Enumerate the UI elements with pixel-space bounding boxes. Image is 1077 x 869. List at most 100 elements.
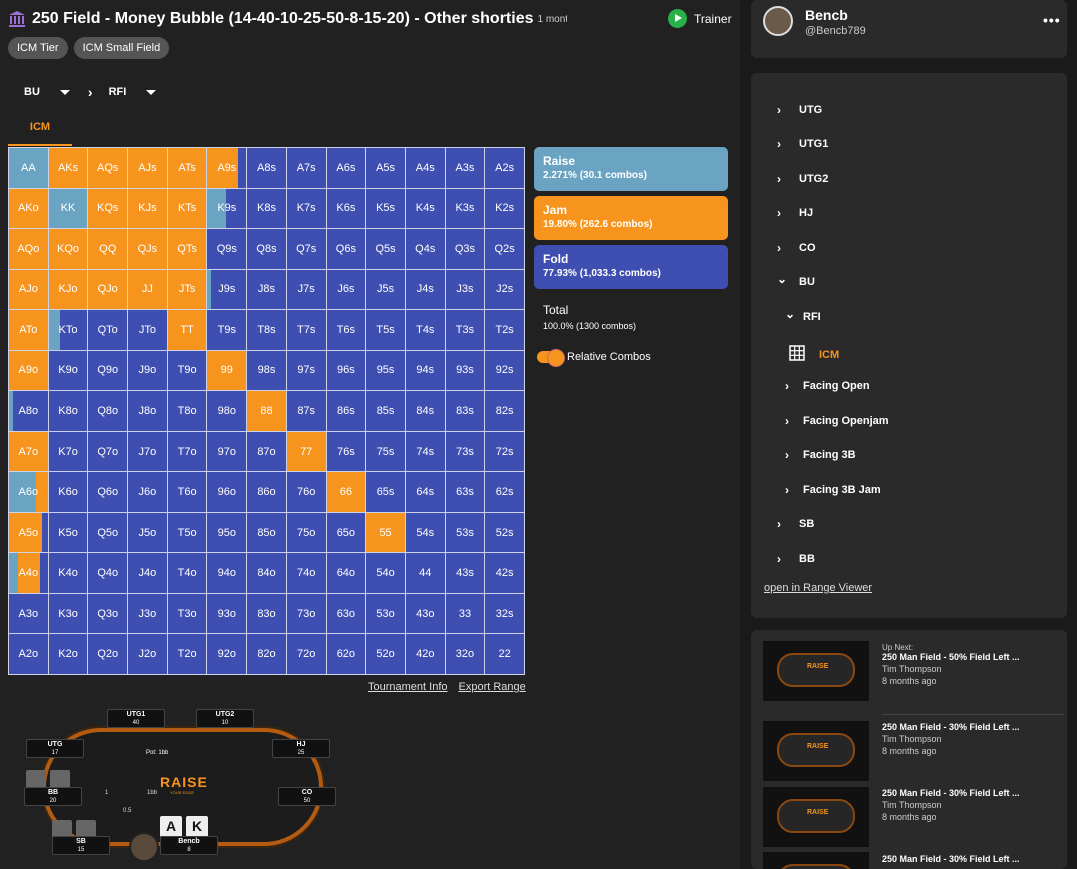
hand-cell[interactable]: 96s	[326, 350, 366, 391]
hand-cell[interactable]: 77	[286, 431, 326, 472]
hand-cell[interactable]: AQs	[88, 148, 128, 188]
hand-cell[interactable]: T4s	[405, 310, 445, 350]
hand-cell[interactable]: 92s	[485, 350, 524, 391]
hand-cell[interactable]: 86o	[247, 472, 286, 512]
legend-raise[interactable]: Raise 2.271% (30.1 combos)	[534, 147, 728, 191]
hand-cell[interactable]: A9s	[207, 148, 247, 188]
hand-cell[interactable]: Q7o	[88, 431, 128, 472]
hand-cell[interactable]: KJs	[128, 188, 167, 229]
hand-cell[interactable]: 55	[366, 512, 405, 553]
hand-cell[interactable]: A9o	[9, 350, 48, 391]
hand-cell[interactable]: A6s	[326, 148, 366, 188]
avatar[interactable]	[763, 6, 793, 36]
hand-cell[interactable]: K7s	[286, 188, 326, 229]
hand-cell[interactable]: T8o	[167, 391, 207, 431]
tournament-info-link[interactable]: Tournament Info	[368, 681, 448, 693]
hand-cell[interactable]: 95s	[366, 350, 405, 391]
hand-cell[interactable]: A2s	[485, 148, 524, 188]
hand-cell[interactable]: 88	[247, 391, 286, 431]
nav-item-sb[interactable]: › SB	[777, 517, 814, 531]
hand-cell[interactable]: 53o	[366, 593, 405, 634]
hand-cell[interactable]: KTs	[167, 188, 207, 229]
hand-cell[interactable]: 93s	[445, 350, 485, 391]
hand-cell[interactable]: K9o	[48, 350, 88, 391]
hand-cell[interactable]: 93o	[207, 593, 247, 634]
hand-cell[interactable]: KQs	[88, 188, 128, 229]
hand-cell[interactable]: K6s	[326, 188, 366, 229]
hand-cell[interactable]: Q2o	[88, 634, 128, 674]
hand-cell[interactable]: T5s	[366, 310, 405, 350]
hand-cell[interactable]: 33	[445, 593, 485, 634]
hand-cell[interactable]: J4s	[405, 269, 445, 310]
hand-cell[interactable]: 54o	[366, 553, 405, 593]
hand-cell[interactable]: 44	[405, 553, 445, 593]
hand-cell[interactable]: T7o	[167, 431, 207, 472]
hand-cell[interactable]: 42o	[405, 634, 445, 674]
hand-cell[interactable]: Q3s	[445, 229, 485, 269]
hand-cell[interactable]: 92o	[207, 634, 247, 674]
hand-cell[interactable]: 87o	[247, 431, 286, 472]
nav-item-facing-openjam[interactable]: › Facing Openjam	[785, 414, 889, 428]
hand-cell[interactable]: Q6o	[88, 472, 128, 512]
hand-cell[interactable]: T6s	[326, 310, 366, 350]
hand-cell[interactable]: 32o	[445, 634, 485, 674]
hand-cell[interactable]: QTo	[88, 310, 128, 350]
hand-cell[interactable]: J9o	[128, 350, 167, 391]
hand-cell[interactable]: A4o	[9, 553, 48, 593]
nav-item-facing-open[interactable]: › Facing Open	[785, 379, 870, 393]
hand-cell[interactable]: 66	[326, 472, 366, 512]
nav-item-rfi[interactable]: ⌄ RFI	[785, 307, 821, 324]
hand-cell[interactable]: T2s	[485, 310, 524, 350]
video-thumbnail[interactable]: RAISE	[763, 721, 869, 781]
hand-cell[interactable]: ATo	[9, 310, 48, 350]
hand-cell[interactable]: AKs	[48, 148, 88, 188]
hand-cell[interactable]: Q4o	[88, 553, 128, 593]
nav-item-facing-3b-jam[interactable]: › Facing 3B Jam	[785, 483, 881, 497]
hand-cell[interactable]: Q5o	[88, 512, 128, 553]
hand-cell[interactable]: J8o	[128, 391, 167, 431]
hand-cell[interactable]: 86s	[326, 391, 366, 431]
hand-cell[interactable]: A3s	[445, 148, 485, 188]
hand-cell[interactable]: T6o	[167, 472, 207, 512]
hand-cell[interactable]: KJo	[48, 269, 88, 310]
hand-cell[interactable]: A8s	[247, 148, 286, 188]
hand-cell[interactable]: Q9s	[207, 229, 247, 269]
video-title[interactable]: 250 Man Field - 30% Field Left ...	[882, 722, 1020, 732]
hand-cell[interactable]: 32s	[485, 593, 524, 634]
hand-cell[interactable]: K2o	[48, 634, 88, 674]
hand-cell[interactable]: A6o	[9, 472, 48, 512]
hand-cell[interactable]: 62o	[326, 634, 366, 674]
hand-cell[interactable]: J9s	[207, 269, 247, 310]
hand-cell[interactable]: 82s	[485, 391, 524, 431]
hand-cell[interactable]: 95o	[207, 512, 247, 553]
hand-cell[interactable]: 83s	[445, 391, 485, 431]
hand-cell[interactable]: J5o	[128, 512, 167, 553]
hand-cell[interactable]: A7o	[9, 431, 48, 472]
hand-cell[interactable]: K9s	[207, 188, 247, 229]
hand-cell[interactable]: 73s	[445, 431, 485, 472]
tag-chip[interactable]: ICM Tier	[8, 37, 68, 59]
hand-cell[interactable]: A3o	[9, 593, 48, 634]
hand-cell[interactable]: 82o	[247, 634, 286, 674]
action-select[interactable]: RFI	[109, 86, 157, 98]
hand-cell[interactable]: JTs	[167, 269, 207, 310]
hand-cell[interactable]: 74o	[286, 553, 326, 593]
hand-cell[interactable]: A8o	[9, 391, 48, 431]
video-thumbnail[interactable]: RAISE	[763, 641, 869, 701]
hand-cell[interactable]: J6s	[326, 269, 366, 310]
hand-cell[interactable]: Q3o	[88, 593, 128, 634]
hand-cell[interactable]: K7o	[48, 431, 88, 472]
hand-cell[interactable]: K5o	[48, 512, 88, 553]
hand-cell[interactable]: 54s	[405, 512, 445, 553]
nav-item-hj[interactable]: › HJ	[777, 206, 813, 220]
hand-cell[interactable]: T4o	[167, 553, 207, 593]
hand-cell[interactable]: 97s	[286, 350, 326, 391]
hand-cell[interactable]: 94o	[207, 553, 247, 593]
video-title[interactable]: 250 Man Field - 30% Field Left ...	[882, 788, 1020, 798]
hand-cell[interactable]: 52s	[485, 512, 524, 553]
hand-cell[interactable]: A5s	[366, 148, 405, 188]
hand-cell[interactable]: 65o	[326, 512, 366, 553]
hand-cell[interactable]: 83o	[247, 593, 286, 634]
hand-cell[interactable]: QQ	[88, 229, 128, 269]
hand-cell[interactable]: T3s	[445, 310, 485, 350]
